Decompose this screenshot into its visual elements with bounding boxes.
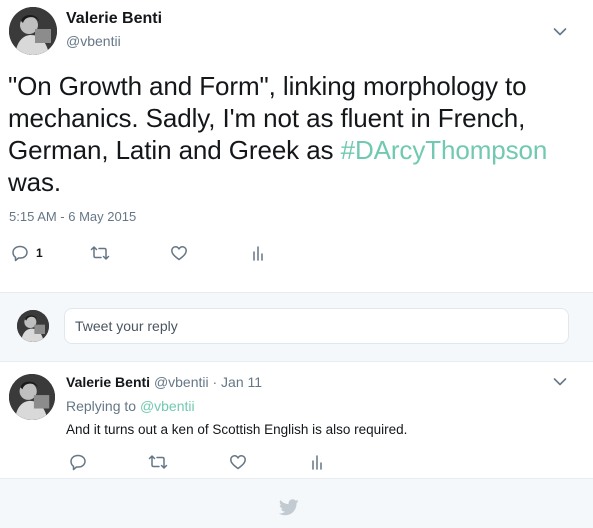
conversation-footer: [0, 479, 593, 528]
tweet-text-end: was.: [8, 167, 62, 197]
reply-button[interactable]: [69, 452, 87, 472]
main-tweet: Valerie Benti @vbentii "On Growth and Fo…: [0, 0, 593, 292]
chevron-down-icon[interactable]: [553, 377, 567, 387]
tweet-actions: 1: [0, 243, 593, 263]
mention-link[interactable]: @vbentii: [140, 398, 195, 414]
reply-header: Valerie Benti @vbentii · Jan 11: [66, 374, 262, 390]
timestamp[interactable]: 5:15 AM - 6 May 2015: [9, 209, 136, 224]
analytics-button[interactable]: [250, 243, 266, 263]
chevron-down-icon[interactable]: [553, 27, 567, 37]
reply-composer: [0, 293, 593, 361]
like-icon: [170, 244, 188, 262]
retweet-button[interactable]: [90, 243, 110, 263]
retweet-icon: [90, 244, 110, 262]
reply-button[interactable]: 1: [11, 243, 43, 263]
replying-to: Replying to @vbentii: [66, 398, 195, 414]
tweet-text: "On Growth and Form", linking morphology…: [8, 70, 578, 198]
like-icon: [229, 453, 247, 471]
retweet-button[interactable]: [148, 452, 168, 472]
display-name[interactable]: Valerie Benti: [66, 10, 162, 28]
hashtag-link[interactable]: #DArcyThompson: [341, 135, 548, 165]
reply-icon: [11, 244, 29, 262]
analytics-icon: [309, 453, 325, 471]
reply-icon: [69, 453, 87, 471]
avatar[interactable]: [9, 7, 57, 55]
user-handle[interactable]: @vbentii: [66, 33, 121, 49]
analytics-icon: [250, 244, 266, 262]
avatar: [17, 310, 49, 342]
reply-count: 1: [36, 246, 43, 260]
like-button[interactable]: [170, 243, 188, 263]
handle-and-date[interactable]: @vbentii · Jan 11: [154, 374, 262, 390]
display-name[interactable]: Valerie Benti: [66, 374, 150, 390]
retweet-icon: [148, 453, 168, 471]
tweet-text: And it turns out a ken of Scottish Engli…: [66, 422, 408, 437]
like-button[interactable]: [229, 452, 247, 472]
tweet-actions: [0, 452, 593, 472]
replying-to-label: Replying to: [66, 398, 137, 414]
avatar[interactable]: [9, 374, 55, 420]
reply-tweet: Valerie Benti @vbentii · Jan 11 Replying…: [0, 362, 593, 478]
reply-input[interactable]: [64, 308, 569, 344]
twitter-bird-icon[interactable]: [278, 499, 299, 521]
analytics-button[interactable]: [309, 452, 325, 472]
